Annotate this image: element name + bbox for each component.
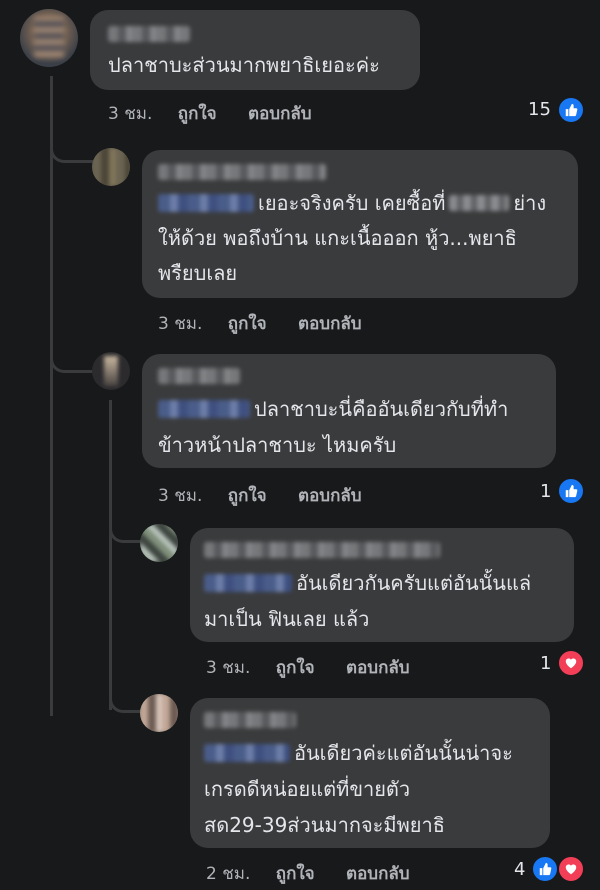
thread-line bbox=[109, 400, 112, 710]
commenter-name[interactable] bbox=[158, 164, 326, 180]
thread-branch bbox=[50, 340, 93, 373]
mention-tag[interactable] bbox=[158, 194, 254, 212]
like-button[interactable]: ถูกใจ bbox=[228, 486, 267, 506]
like-button[interactable]: ถูกใจ bbox=[178, 104, 217, 124]
like-reaction-icon[interactable] bbox=[557, 477, 585, 505]
thread-branch bbox=[50, 130, 93, 163]
timestamp[interactable]: 2 ชม. bbox=[206, 864, 250, 884]
comment-meta: 3 ชม. ถูกใจ ตอบกลับ bbox=[158, 310, 362, 337]
reply-button[interactable]: ตอบกลับ bbox=[248, 104, 312, 124]
avatar[interactable] bbox=[140, 524, 178, 562]
reaction-count[interactable]: 1 bbox=[540, 653, 551, 674]
reply-button[interactable]: ตอบกลับ bbox=[298, 314, 362, 334]
love-reaction-icon[interactable] bbox=[557, 855, 585, 883]
timestamp[interactable]: 3 ชม. bbox=[158, 486, 202, 506]
comment-text-line: มาเป็น ฟินเลย แล้ว bbox=[204, 607, 370, 631]
reply-button[interactable]: ตอบกลับ bbox=[346, 864, 410, 884]
comment-text-line: เกรดดีหน่อยแต่ที่ขายตัว bbox=[204, 777, 411, 801]
timestamp[interactable]: 3 ชม. bbox=[108, 104, 152, 124]
comment-text-line: พรืยบเลย bbox=[158, 261, 238, 285]
timestamp[interactable]: 3 ชม. bbox=[206, 658, 250, 678]
mention-tag[interactable] bbox=[204, 574, 292, 592]
comment-meta: 2 ชม. ถูกใจ ตอบกลับ bbox=[206, 860, 410, 887]
avatar[interactable] bbox=[140, 694, 178, 732]
love-reaction-icon[interactable] bbox=[557, 649, 585, 677]
mention-tag[interactable] bbox=[204, 744, 290, 762]
like-button[interactable]: ถูกใจ bbox=[276, 864, 315, 884]
commenter-name[interactable] bbox=[158, 368, 240, 384]
comment-bubble: เยอะจริงครับ เคยซื้อที่ ย่าง ให้ด้วย พอถึ… bbox=[142, 150, 578, 298]
comment-bubble: อันเดียวกันครับแต่อันนั้นแล่ มาเป็น ฟินเ… bbox=[190, 528, 574, 642]
blurred-text bbox=[449, 195, 510, 211]
comment-text-line: สด29-39ส่วนมากจะมีพยาธิ bbox=[204, 813, 445, 837]
like-reaction-icon[interactable] bbox=[557, 96, 585, 124]
commenter-name[interactable] bbox=[108, 26, 190, 42]
comment-text-line: ข้าวหน้าปลาชาบะ ไหมครับ bbox=[158, 433, 397, 457]
like-button[interactable]: ถูกใจ bbox=[228, 314, 267, 334]
reaction-count[interactable]: 1 bbox=[540, 481, 551, 502]
avatar[interactable] bbox=[20, 9, 78, 67]
comment-text-line: อันเดียวค่ะแต่อันนั้นน่าจะ bbox=[204, 736, 513, 771]
commenter-name[interactable] bbox=[204, 542, 440, 558]
comment-bubble: ปลาชาบะส่วนมากพยาธิเยอะค่ะ bbox=[90, 10, 420, 90]
reaction-count[interactable]: 15 bbox=[528, 99, 551, 120]
comment-text-line: ให้ด้วย พอถึงบ้าน แกะเนื้อออก หู้ว...พยา… bbox=[158, 226, 517, 250]
avatar[interactable] bbox=[92, 148, 130, 186]
comment-text-line: อันเดียวกันครับแต่อันนั้นแล่ bbox=[204, 566, 531, 601]
like-button[interactable]: ถูกใจ bbox=[276, 658, 315, 678]
reply-button[interactable]: ตอบกลับ bbox=[298, 486, 362, 506]
comment-text: ปลาชาบะส่วนมากพยาธิเยอะค่ะ bbox=[108, 53, 380, 77]
timestamp[interactable]: 3 ชม. bbox=[158, 314, 202, 334]
avatar[interactable] bbox=[92, 352, 130, 390]
comment-text-line: ปลาชาบะนี่คืออันเดียวกับที่ทำ bbox=[158, 392, 508, 427]
comment-meta: 3 ชม. ถูกใจ ตอบกลับ bbox=[158, 482, 362, 509]
comment-bubble: ปลาชาบะนี่คืออันเดียวกับที่ทำ ข้าวหน้าปล… bbox=[142, 354, 556, 468]
comment-meta: 3 ชม. ถูกใจ ตอบกลับ bbox=[108, 100, 312, 127]
comment-meta: 3 ชม. ถูกใจ ตอบกลับ bbox=[206, 654, 410, 681]
thread-line bbox=[50, 76, 53, 716]
reply-button[interactable]: ตอบกลับ bbox=[346, 658, 410, 678]
like-reaction-icon[interactable] bbox=[531, 855, 559, 883]
reaction-count[interactable]: 4 bbox=[514, 859, 525, 880]
mention-tag[interactable] bbox=[158, 400, 250, 418]
commenter-name[interactable] bbox=[204, 712, 296, 728]
thread-branch bbox=[109, 515, 142, 543]
thread-branch bbox=[109, 685, 142, 713]
comment-text-line: เยอะจริงครับ เคยซื้อที่ ย่าง bbox=[158, 186, 546, 221]
comment-bubble: อันเดียวค่ะแต่อันนั้นน่าจะ เกรดดีหน่อยแต… bbox=[190, 698, 550, 848]
